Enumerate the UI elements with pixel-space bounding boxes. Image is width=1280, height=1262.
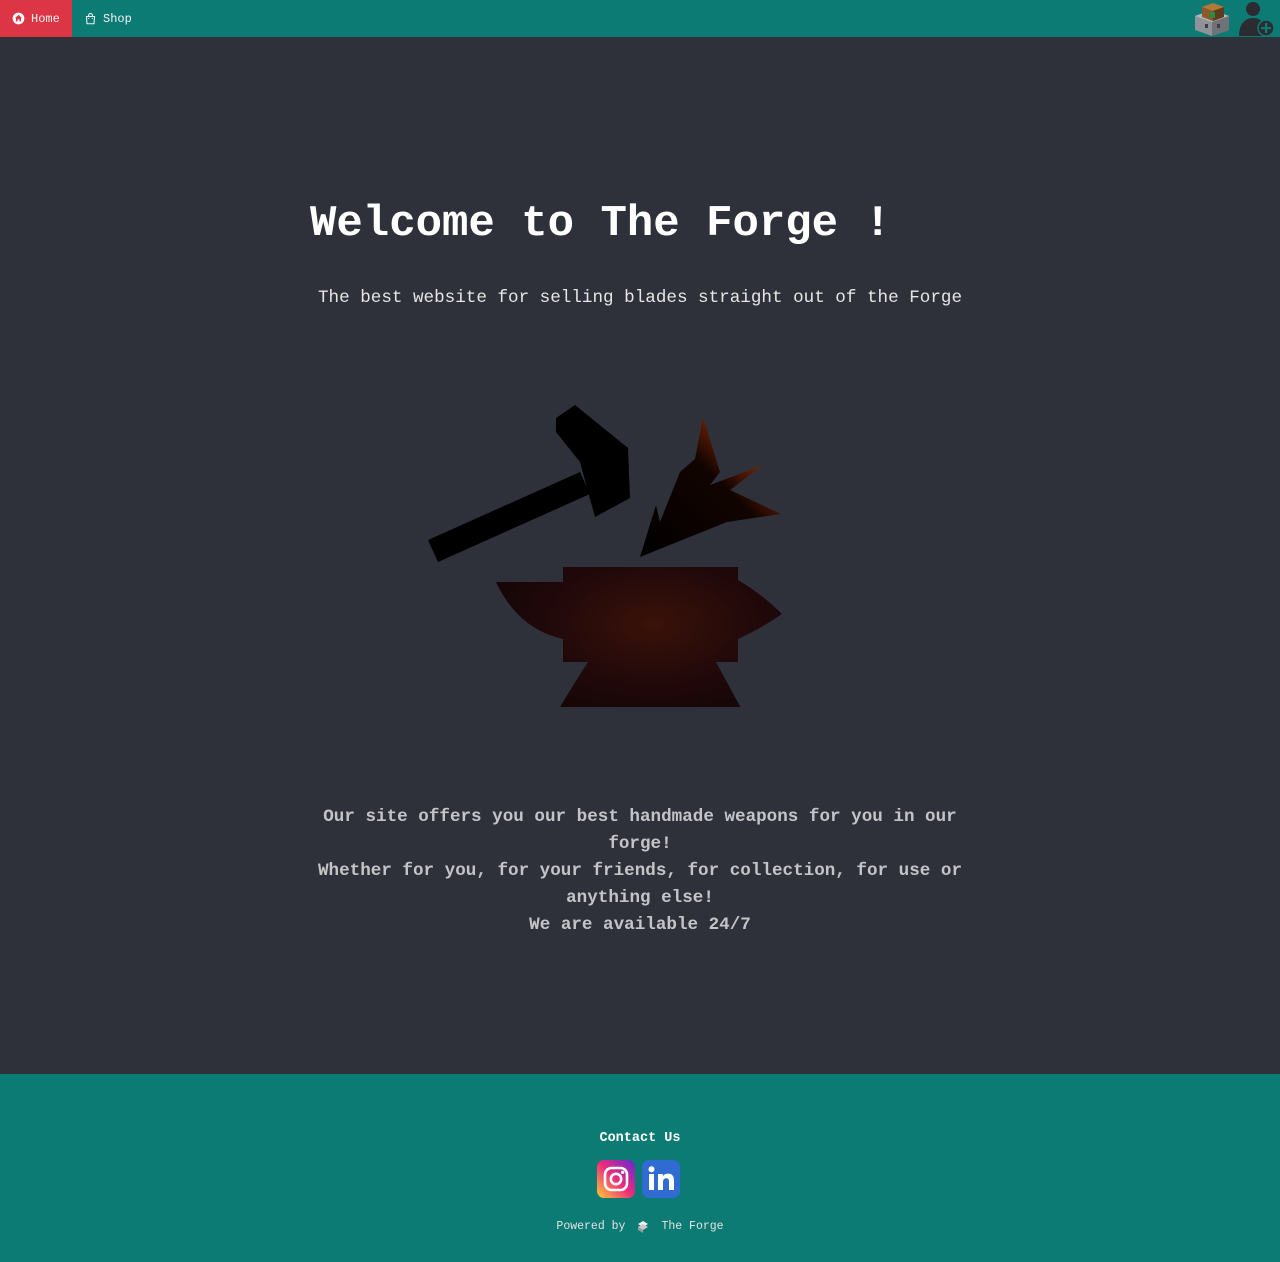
- page-subtitle: The best website for selling blades stra…: [317, 288, 963, 308]
- footer: Contact Us Powered by The Forge: [0, 1074, 1280, 1262]
- powered-by-label: Powered by: [556, 1219, 626, 1233]
- cart-icon[interactable]: [1192, 0, 1232, 37]
- page-title: Welcome to The Forge !: [310, 199, 891, 249]
- nav-home-label: Home: [31, 11, 60, 26]
- description: Our site offers you our best handmade we…: [300, 804, 980, 939]
- nav-home[interactable]: Home: [0, 0, 72, 37]
- forge-brand-link[interactable]: The Forge: [661, 1220, 723, 1233]
- powered-by: Powered by The Forge: [0, 1218, 1280, 1234]
- description-line-2: Whether for you, for your friends, for c…: [317, 861, 963, 908]
- top-navbar: Home Shop: [0, 0, 1280, 37]
- contact-title: Contact Us: [599, 1131, 681, 1146]
- shopping-bag-icon: [85, 13, 96, 25]
- description-line-3: We are available 24/7: [529, 915, 751, 935]
- nav-shop[interactable]: Shop: [72, 0, 144, 37]
- anvil-hammer-icon: [428, 405, 782, 707]
- instagram-icon[interactable]: [597, 1160, 635, 1198]
- nav-shop-label: Shop: [103, 11, 132, 26]
- user-add-icon[interactable]: [1236, 0, 1276, 37]
- forge-logo-icon: [638, 1221, 649, 1233]
- description-line-1: Our site offers you our best handmade we…: [323, 807, 957, 854]
- linkedin-icon[interactable]: [642, 1160, 680, 1198]
- home-icon: [12, 12, 25, 25]
- main-content: Welcome to The Forge ! The best website …: [0, 37, 1280, 1074]
